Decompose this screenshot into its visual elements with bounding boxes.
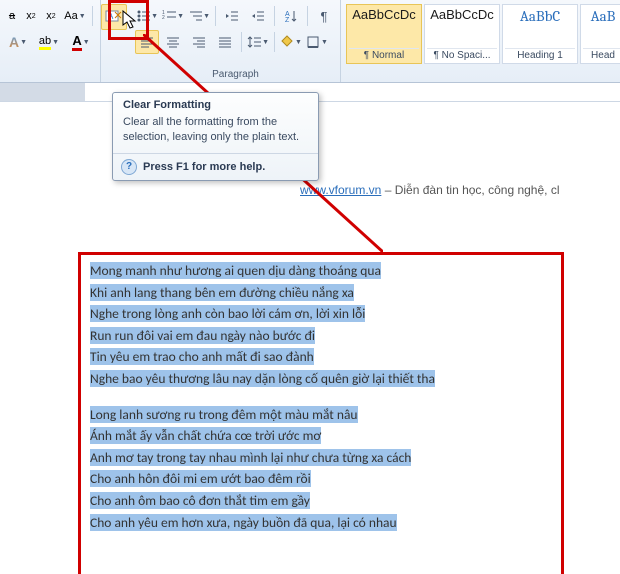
style-heading1[interactable]: AaBbC Heading 1 (502, 4, 578, 64)
text-line[interactable]: Anh mơ tay trong tay nhau mình lại như c… (90, 449, 411, 466)
change-case-button[interactable]: Aa▼ (62, 4, 88, 28)
ribbon: a x2 x2 Aa▼ A▼ ab▼ A▼ A ▼ 12▼ (0, 0, 620, 83)
sort-button[interactable]: AZ (279, 4, 303, 28)
clear-formatting-tooltip: Clear Formatting Clear all the formattin… (112, 92, 319, 181)
borders-button[interactable]: ▼ (305, 30, 329, 54)
style-normal[interactable]: AaBbCcDc ¶ Normal (346, 4, 422, 64)
bullets-button[interactable]: ▼ (135, 4, 159, 28)
text-line[interactable]: Khi anh lang thang bên em đường chiều nắ… (90, 284, 354, 301)
text-line[interactable]: Long lanh sương ru trong đêm một màu mắt… (90, 406, 358, 423)
footer-link-line: www.vforum.vn – Diễn đàn tin học, công n… (300, 183, 559, 197)
text-line[interactable]: Mong manh như hương ai quen dịu dàng tho… (90, 262, 381, 279)
numbering-button[interactable]: 12▼ (161, 4, 185, 28)
strike-button[interactable]: a (4, 4, 20, 28)
styles-group: AaBbCcDc ¶ Normal AaBbCcDc ¶ No Spaci...… (341, 0, 620, 82)
style-no-spacing[interactable]: AaBbCcDc ¶ No Spaci... (424, 4, 500, 64)
text-line[interactable]: Cho anh yêu em hơn xưa, ngày buồn đã qua… (90, 514, 397, 531)
shading-button[interactable]: ▼ (279, 30, 303, 54)
paragraph-group-label: Paragraph (135, 68, 336, 82)
style-heading2[interactable]: AaB Head (580, 4, 620, 64)
font-group: a x2 x2 Aa▼ A▼ ab▼ A▼ (0, 0, 101, 82)
show-marks-button[interactable]: ¶ (312, 4, 336, 28)
superscript-button[interactable]: x2 (42, 4, 60, 28)
clear-formatting-button[interactable]: A (101, 4, 127, 30)
help-icon: ? (121, 159, 137, 175)
vforum-link[interactable]: www.vforum.vn (300, 183, 381, 197)
text-effects-button[interactable]: A▼ (4, 30, 32, 54)
highlight-button[interactable]: ab▼ (34, 30, 64, 54)
tooltip-title: Clear Formatting (113, 93, 318, 113)
font-color-button[interactable]: A▼ (66, 30, 96, 54)
text-line[interactable]: Tin yêu em trao cho anh mất đi sao đành (90, 348, 314, 365)
multilevel-button[interactable]: ▼ (187, 4, 211, 28)
line-spacing-button[interactable]: ▼ (246, 30, 270, 54)
subscript-button[interactable]: x2 (22, 4, 40, 28)
document-body[interactable]: Mong manh như hương ai quen dịu dàng tho… (90, 260, 580, 533)
align-center-button[interactable] (161, 30, 185, 54)
decrease-indent-button[interactable] (220, 4, 244, 28)
font-group-label (4, 79, 96, 82)
tooltip-body: Clear all the formatting from the select… (113, 113, 318, 153)
clear-fmt-cell: A (101, 0, 131, 82)
paragraph-group: ▼ 12▼ ▼ AZ ¶ ▼ ▼ ▼ Paragraph (131, 0, 341, 82)
text-line[interactable]: Cho anh hôn đôi mi em ướt bao đêm rồi (90, 470, 311, 487)
svg-text:A: A (108, 12, 114, 21)
text-line[interactable]: Nghe trong lòng anh còn bao lời cám ơn, … (90, 305, 365, 322)
text-line[interactable]: Run run đôi vai em đau ngày nào bước đi (90, 327, 315, 344)
align-left-button[interactable] (135, 30, 159, 54)
svg-text:Z: Z (285, 17, 290, 23)
tooltip-footer: ? Press F1 for more help. (113, 153, 318, 180)
increase-indent-button[interactable] (246, 4, 270, 28)
text-line[interactable]: Cho anh ôm bao cô đơn thắt tim em gầy (90, 492, 310, 509)
svg-text:2: 2 (162, 15, 165, 21)
text-line[interactable]: Nghe bao yêu thương lâu nay dặn lòng cố … (90, 370, 435, 387)
text-line[interactable]: Ánh mắt ấy vẫn chất chứa cœ trời ước mơ (90, 427, 321, 444)
justify-button[interactable] (213, 30, 237, 54)
align-right-button[interactable] (187, 30, 211, 54)
